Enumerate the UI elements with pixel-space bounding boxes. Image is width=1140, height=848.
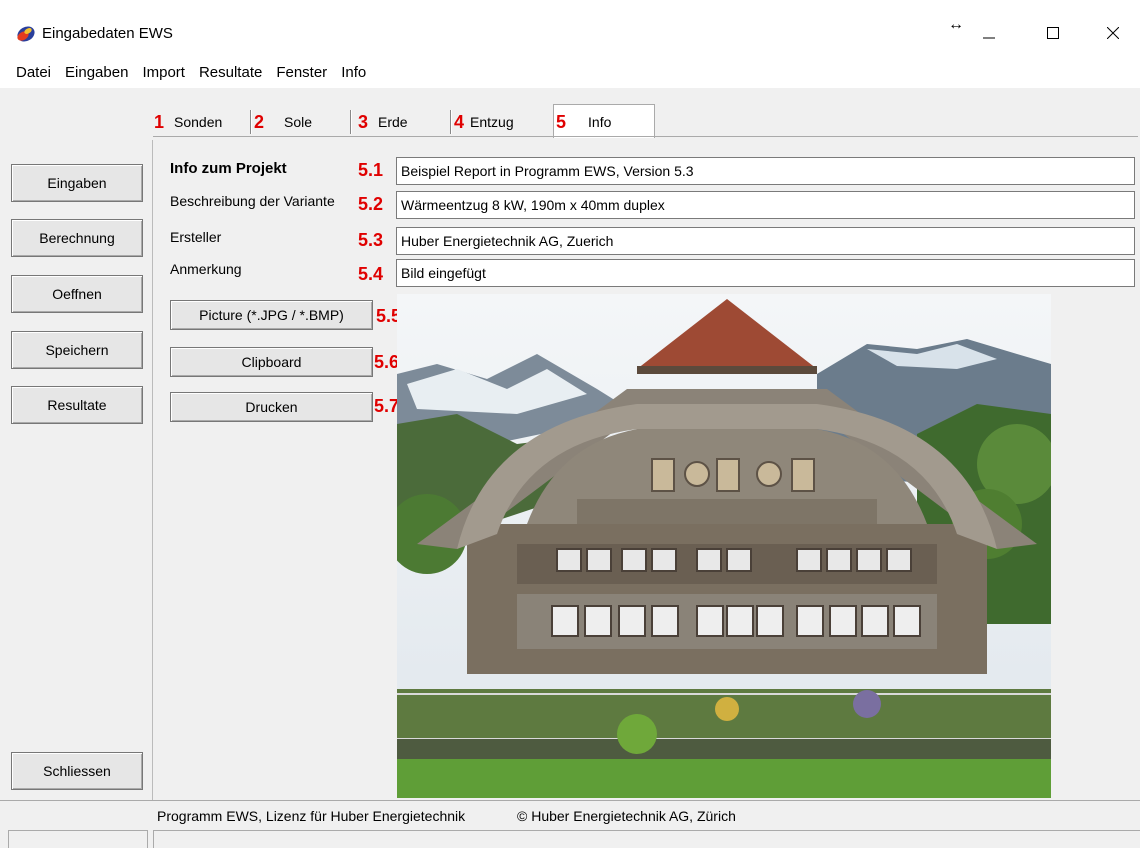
tab-info[interactable]: 5 Info [556,108,611,136]
tab-label: Entzug [470,114,514,130]
project-info-input[interactable] [396,157,1135,185]
farmhouse-image [397,294,1051,798]
maximize-icon [1047,27,1059,39]
tab-label: Info [588,114,612,130]
tab-number: 2 [254,111,265,132]
tab-separator [250,110,252,134]
menu-eingaben[interactable]: Eingaben [57,64,134,81]
tab-erde[interactable]: 3 Erde [358,108,408,136]
variant-description-input[interactable] [396,191,1135,219]
license-text: Programm EWS, Lizenz für Huber Energiete… [157,808,466,824]
minimize-button[interactable] [966,18,1012,48]
tab-baseline [153,136,1138,137]
menu-resultate[interactable]: Resultate [191,64,268,81]
field-number: 5.3 [358,230,384,250]
close-window-button[interactable] [1090,18,1136,48]
field-number: 5.4 [358,264,384,284]
app-logo-icon [17,26,35,42]
menu-import[interactable]: Import [134,64,191,81]
maximize-button[interactable] [1030,18,1076,48]
project-photo [397,294,1051,798]
window-title: Eingabedaten EWS [42,25,173,42]
close-icon [1107,27,1119,39]
sidebar-resultate-button[interactable]: Resultate [11,386,143,424]
author-label: Ersteller [170,229,222,245]
title-bar: Eingabedaten EWS ↔ [0,0,1140,56]
print-button[interactable]: Drucken [170,392,373,422]
tab-separator [350,110,352,134]
variant-description-label: Beschreibung der Variante [170,193,335,209]
clipboard-button[interactable]: Clipboard [170,347,373,377]
tab-number: 3 [358,111,369,132]
tab-sole[interactable]: 2 Sole [254,108,312,136]
tab-label: Sole [284,114,313,130]
action-number: 5.7 [374,396,400,416]
menu-fenster[interactable]: Fenster [268,64,333,81]
author-input[interactable] [396,227,1135,255]
field-number: 5.1 [358,160,384,180]
close-button[interactable]: Schliessen [11,752,143,790]
tab-number: 1 [154,111,165,132]
menu-info[interactable]: Info [333,64,372,81]
tab-number: 5 [556,111,567,132]
picture-button[interactable]: Picture (*.JPG / *.BMP) [170,300,373,330]
status-panel-right [153,830,1140,848]
copyright-text: © Huber Energietechnik AG, Zürich [517,808,736,824]
minimize-icon [983,37,995,39]
sidebar-speichern-button[interactable]: Speichern [11,331,143,369]
resize-arrows-icon[interactable]: ↔ [948,16,964,34]
action-number: 5.6 [374,352,400,372]
sidebar-berechnung-button[interactable]: Berechnung [11,219,143,257]
panel-divider [152,140,153,800]
tab-sonden[interactable]: 1 Sonden [154,108,222,136]
sidebar-eingaben-button[interactable]: Eingaben [11,164,143,202]
tab-label: Sonden [174,114,223,130]
menu-bar: Datei Eingaben Import Resultate Fenster … [0,56,1140,88]
tab-label: Erde [378,114,408,130]
remark-input[interactable] [396,259,1135,287]
status-panel-left [8,830,148,848]
menu-datei[interactable]: Datei [8,64,57,81]
tab-number: 4 [454,111,465,132]
field-number: 5.2 [358,194,384,214]
sidebar-oeffnen-button[interactable]: Oeffnen [11,275,143,313]
project-info-label: Info zum Projekt [170,160,287,177]
tab-separator [450,110,452,134]
remark-label: Anmerkung [170,261,242,277]
tab-entzug[interactable]: 4 Entzug [454,108,514,136]
